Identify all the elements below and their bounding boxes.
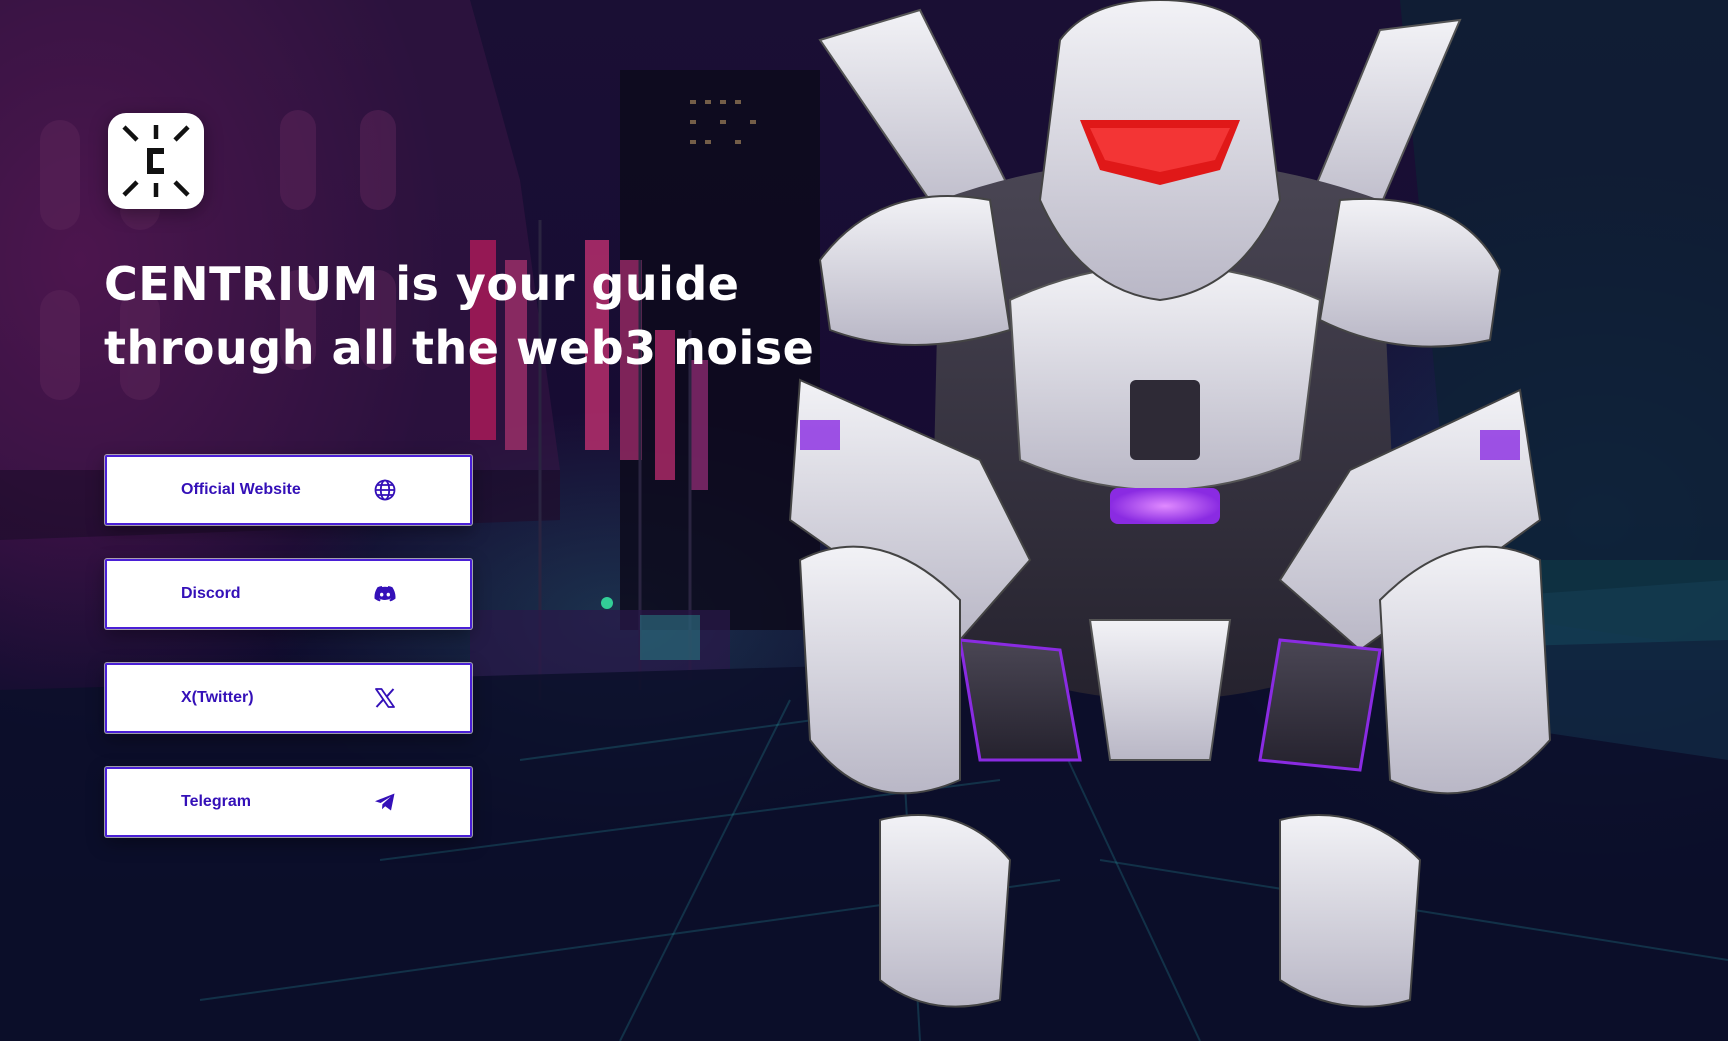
centrium-logo-icon: [122, 125, 190, 197]
discord-button[interactable]: Discord: [105, 559, 472, 629]
robot-icon: [788, 0, 1552, 1008]
robot-mascot-illustration: [760, 0, 1620, 1041]
telegram-button[interactable]: Telegram: [105, 767, 472, 837]
globe-icon: [373, 478, 397, 502]
official-website-button[interactable]: Official Website: [105, 455, 472, 525]
x-twitter-button[interactable]: X(Twitter): [105, 663, 472, 733]
telegram-icon: [373, 790, 397, 814]
discord-icon: [373, 582, 397, 606]
telegram-label: Telegram: [181, 793, 251, 810]
headline-line-1: CENTRIUM is your guide: [104, 257, 740, 311]
x-twitter-label: X(Twitter): [181, 689, 254, 706]
page-headline: CENTRIUM is your guide through all the w…: [104, 252, 864, 380]
headline-line-2: through all the web3 noise: [104, 321, 815, 375]
link-list: Official Website Discord X(Twitter) Tele…: [105, 455, 472, 871]
centrium-logo[interactable]: [108, 113, 204, 209]
discord-label: Discord: [181, 585, 241, 602]
x-icon: [373, 686, 397, 710]
official-website-label: Official Website: [181, 481, 301, 498]
